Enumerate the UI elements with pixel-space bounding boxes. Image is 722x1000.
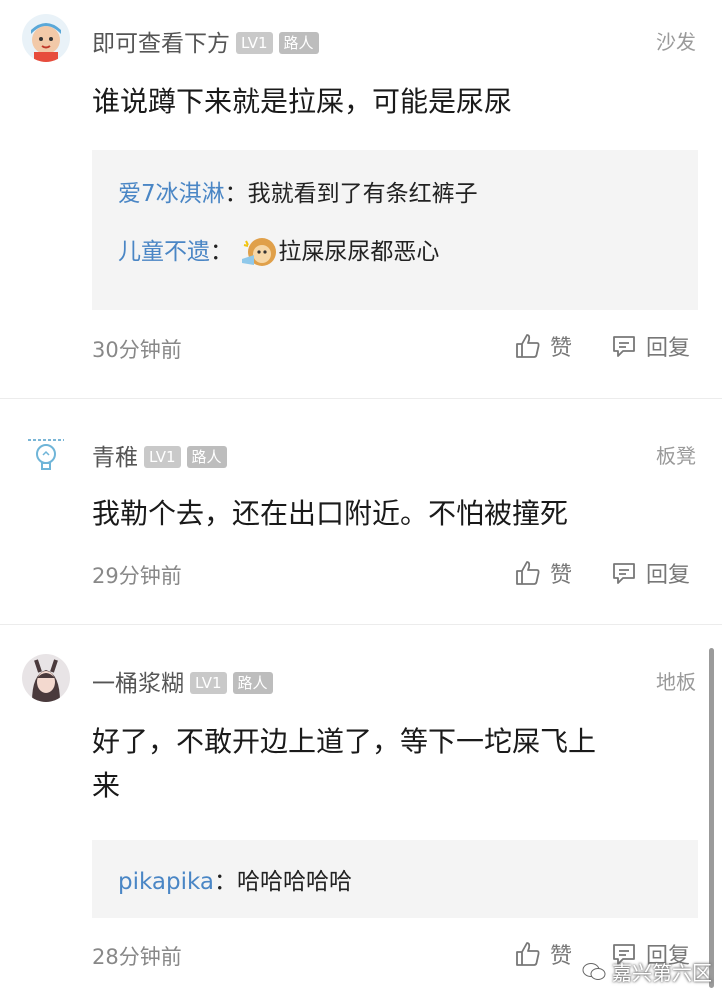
reply-button[interactable]: 回复 [610,557,690,589]
username-text[interactable]: 一桶浆糊 [92,671,184,697]
reply-label: 回复 [646,563,691,588]
avatar[interactable] [22,428,70,476]
divider [0,624,722,625]
reply-user[interactable]: 儿童不遗 [118,239,210,265]
thumbs-up-icon [516,942,540,966]
comment-content: 我勒个去，还在出口附近。不怕被撞死 [92,497,569,530]
reply-text: 哈哈哈哈哈 [237,869,352,895]
role-badge: 路人 [186,446,227,468]
reply-box[interactable]: pikapika：哈哈哈哈哈 [92,840,698,918]
reply-item[interactable]: 儿童不遗： 拉屎尿尿都恶心 [118,232,439,277]
reply-separator: ： [210,239,233,265]
avatar[interactable] [22,14,70,62]
reply-user[interactable]: pikapika [118,869,214,895]
thumbs-up-icon [516,561,540,585]
comment-content-line: 好了，不敢开边上道了，等下一坨屎飞上 [92,725,597,758]
reply-separator: ： [224,181,248,207]
level-badge: LV1 [144,446,181,468]
wechat-icon [582,962,606,980]
comment-content: 谁说蹲下来就是拉屎，可能是尿尿 [92,85,513,118]
comment-content: 好了，不敢开边上道了，等下一坨屎飞上 来 [92,720,692,808]
reply-text: 拉屎尿尿都恶心 [278,239,440,265]
level-badge: LV1 [236,32,273,54]
username-text[interactable]: 青稚 [92,445,138,471]
like-button[interactable]: 赞 [514,330,572,362]
scrollbar[interactable] [709,648,714,988]
avatar[interactable] [22,654,70,702]
comment-icon [613,336,635,357]
reply-button[interactable]: 回复 [610,330,690,362]
username[interactable]: 一桶浆糊 LV1 路人 [92,664,273,698]
floor-label: 地板 [656,670,696,694]
reply-item[interactable]: pikapika：哈哈哈哈哈 [118,862,352,896]
role-badge: 路人 [278,32,319,54]
reply-text: 我就看到了有条红裤子 [247,181,478,207]
like-button[interactable]: 赞 [514,938,572,970]
divider [0,398,722,399]
timestamp: 28分钟前 [92,945,182,969]
level-badge: LV1 [190,672,227,694]
reply-user[interactable]: 爱7冰淇淋 [118,181,225,207]
username-text[interactable]: 即可查看下方 [92,31,230,57]
reply-separator: ： [214,869,237,895]
floor-label: 沙发 [656,30,696,54]
reply-item[interactable]: 爱7冰淇淋：我就看到了有条红裤子 [118,174,478,208]
reply-box[interactable]: 爱7冰淇淋：我就看到了有条红裤子 儿童不遗： 拉屎尿尿都恶心 [92,150,698,310]
thumbs-up-icon [516,334,540,358]
like-button[interactable]: 赞 [514,557,572,589]
floor-label: 板凳 [656,444,696,468]
timestamp: 29分钟前 [92,564,182,588]
like-label: 赞 [550,563,573,588]
comment-content-line: 来 [92,769,121,802]
emoji-sticker-icon [240,233,278,277]
username[interactable]: 即可查看下方 LV1 路人 [92,24,319,58]
role-badge: 路人 [232,672,273,694]
watermark-text: 嘉兴第六区 [612,961,712,985]
reply-label: 回复 [646,336,691,361]
timestamp: 30分钟前 [92,338,182,362]
like-label: 赞 [550,944,573,969]
like-label: 赞 [550,336,573,361]
username[interactable]: 青稚 LV1 路人 [92,438,227,472]
watermark: 嘉兴第六区 [582,957,712,986]
comment-icon [613,563,635,584]
